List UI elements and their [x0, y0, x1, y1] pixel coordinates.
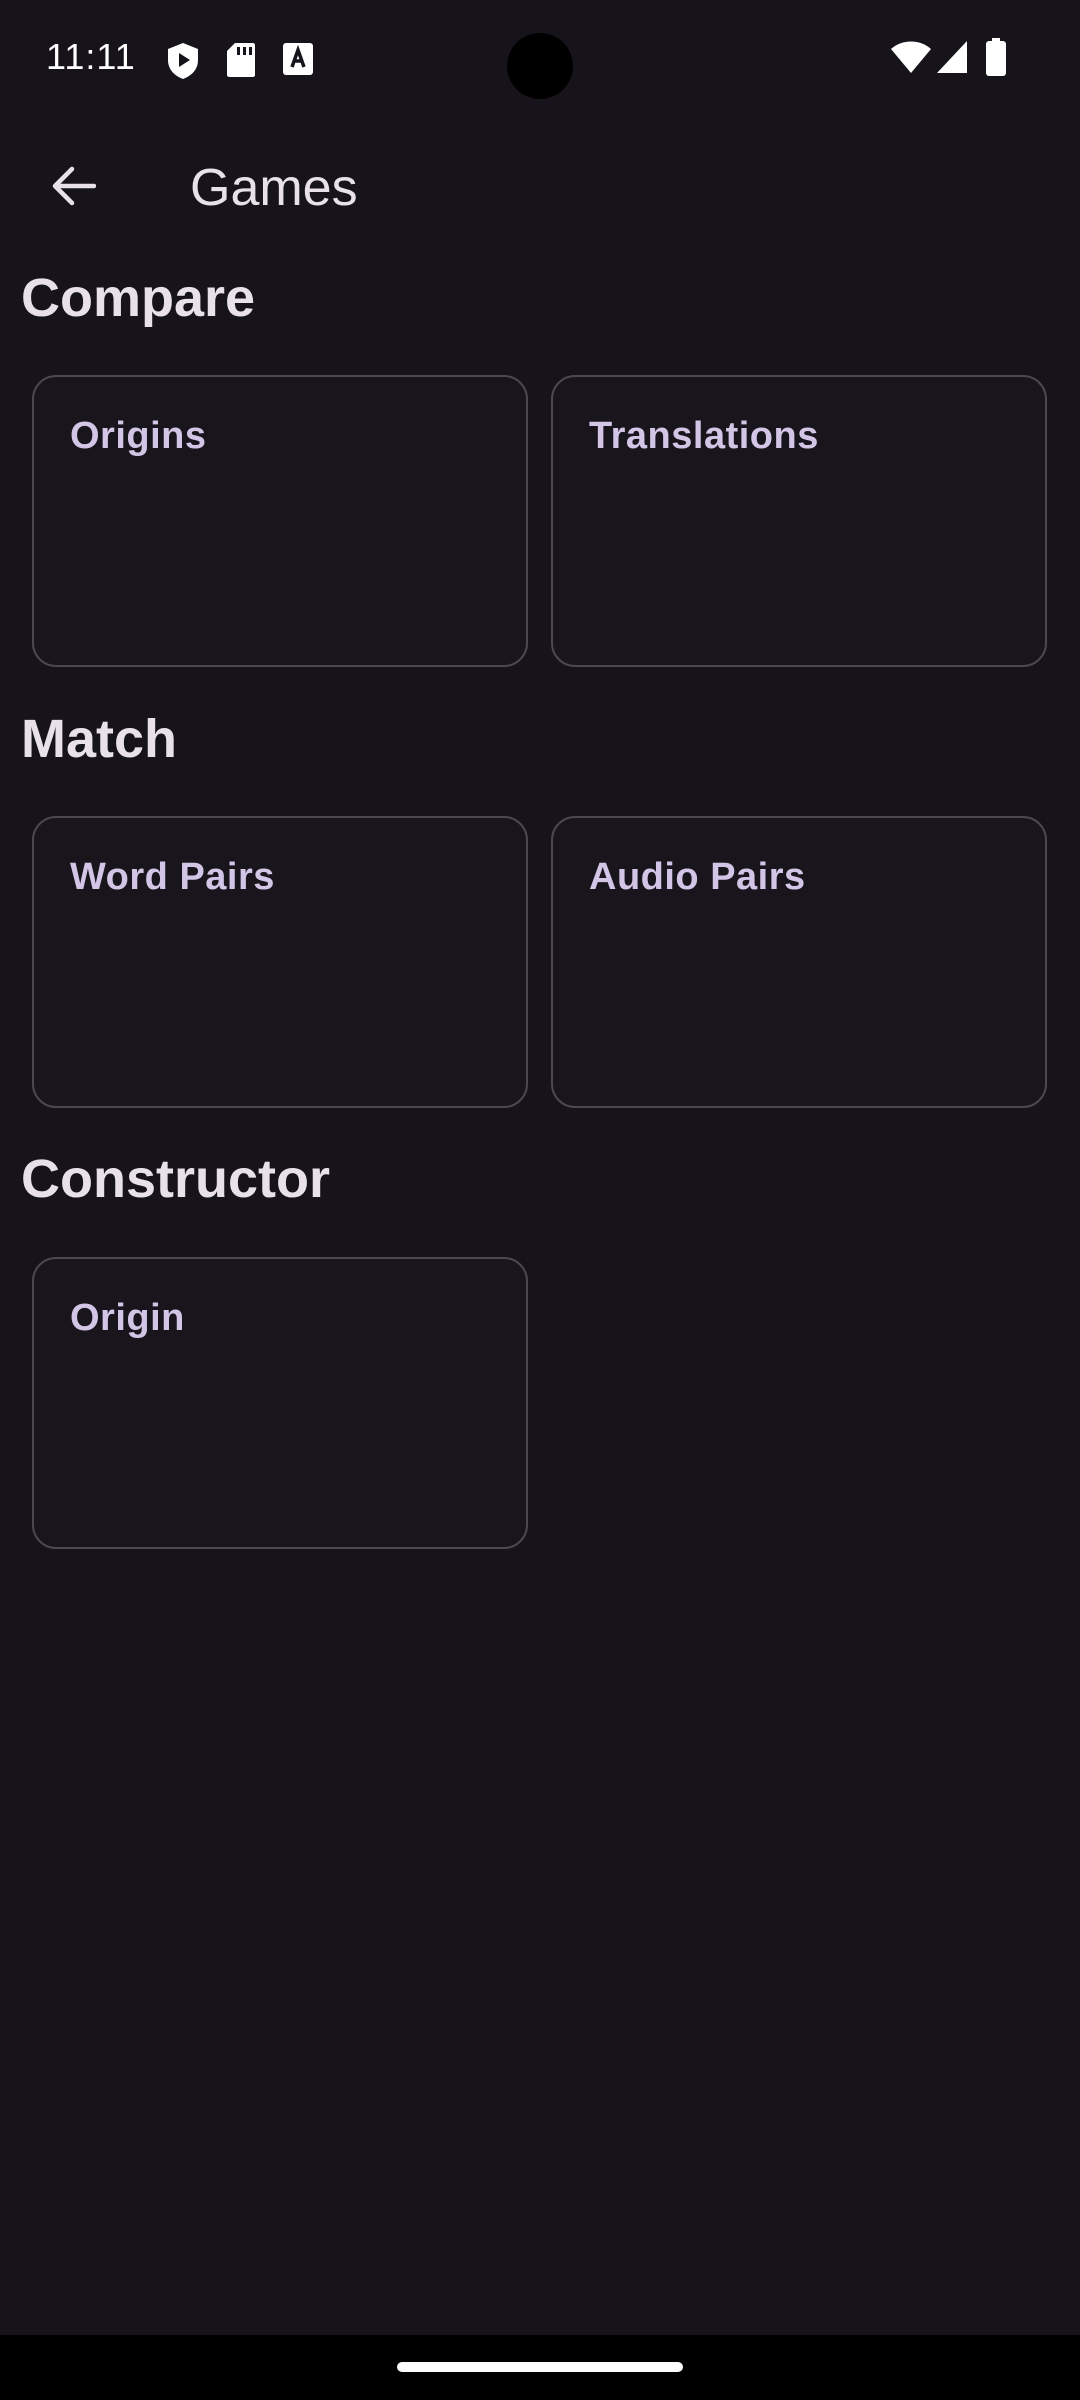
- wifi-icon: [890, 40, 932, 79]
- game-card-origin[interactable]: Origin: [32, 1257, 528, 1549]
- arrow-back-icon: [52, 166, 97, 211]
- sd-card-icon: [226, 42, 256, 83]
- game-card-translations[interactable]: Translations: [551, 375, 1047, 667]
- section-title-match: Match: [21, 709, 178, 769]
- camera-cutout: [507, 33, 573, 99]
- game-card-label: Translations: [589, 415, 819, 457]
- game-card-label: Origins: [70, 415, 207, 457]
- shield-play-icon: [166, 42, 200, 85]
- home-indicator[interactable]: [397, 2362, 683, 2372]
- game-card-label: Audio Pairs: [589, 856, 806, 898]
- game-card-word-pairs[interactable]: Word Pairs: [32, 816, 528, 1108]
- game-card-label: Word Pairs: [70, 856, 275, 898]
- section-title-compare: Compare: [21, 268, 256, 328]
- game-card-origins[interactable]: Origins: [32, 375, 528, 667]
- page-title: Games: [190, 159, 358, 217]
- signal-icon: [936, 40, 968, 79]
- section-title-constructor: Constructor: [21, 1149, 330, 1209]
- status-time: 11:11: [46, 36, 136, 77]
- font-a-icon: [282, 42, 314, 81]
- battery-icon: [986, 38, 1006, 81]
- status-bar: 11:11: [0, 0, 1080, 120]
- games-screen: 11:11 Games Compare Origins Translations…: [0, 0, 1080, 2400]
- back-button[interactable]: [36, 150, 112, 226]
- game-card-label: Origin: [70, 1297, 185, 1339]
- game-card-audio-pairs[interactable]: Audio Pairs: [551, 816, 1047, 1108]
- top-app-bar: Games: [0, 120, 1080, 260]
